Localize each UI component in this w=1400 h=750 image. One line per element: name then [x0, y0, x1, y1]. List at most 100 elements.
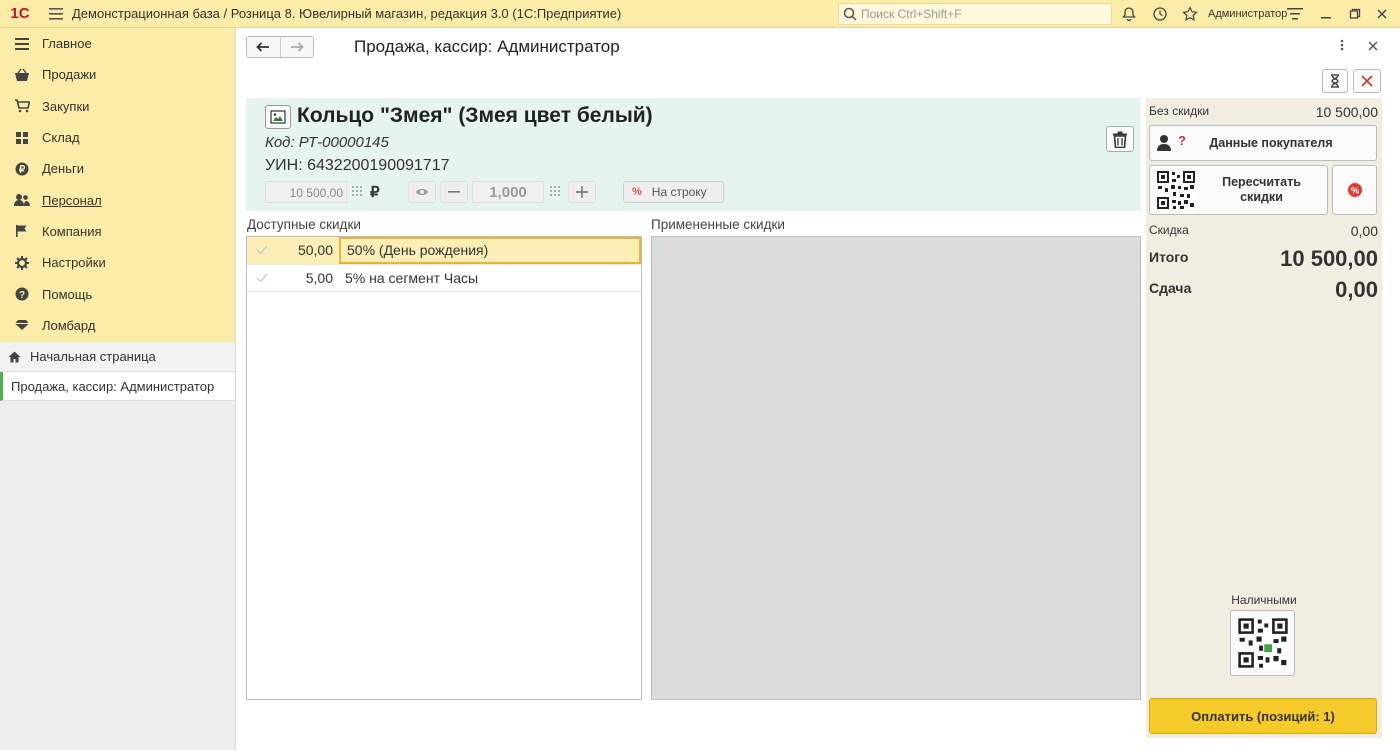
recalculate-discounts-button[interactable]: Пересчитать скидки: [1149, 165, 1328, 215]
sidebar-item-warehouse[interactable]: Склад: [0, 122, 235, 153]
home-page-link[interactable]: Начальная страница: [0, 342, 235, 372]
more-options-icon[interactable]: [1340, 38, 1344, 54]
close-form-icon[interactable]: [1368, 38, 1378, 54]
product-image-icon[interactable]: [265, 105, 291, 129]
home-page-label: Начальная страница: [30, 349, 156, 364]
apply-to-row-button[interactable]: % На строку: [623, 181, 724, 203]
table-row[interactable]: 50,00 50% (День рождения): [247, 237, 641, 265]
no-discount-label: Без скидки: [1149, 104, 1210, 118]
minimize-icon[interactable]: [1316, 4, 1336, 24]
sidebar-item-label: Ломбард: [42, 317, 96, 333]
cash-payment-button[interactable]: [1230, 610, 1295, 676]
hamburger-menu-icon[interactable]: [40, 7, 72, 20]
svg-text:?: ?: [19, 290, 25, 301]
sidebar-item-label: Закупки: [42, 98, 90, 114]
back-arrow-icon[interactable]: [247, 37, 281, 57]
calculator-icon[interactable]: [351, 185, 363, 199]
eye-icon: [416, 189, 428, 195]
form-title: Продажа, кассир: Администратор: [354, 37, 620, 56]
sidebar-item-label: Персонал: [42, 192, 102, 208]
star-icon[interactable]: [1180, 4, 1200, 24]
close-window-icon[interactable]: [1372, 4, 1392, 24]
price-field[interactable]: 10 500,00: [265, 181, 347, 203]
qr-code-icon: [1236, 617, 1289, 669]
product-panel: Кольцо "Змея" (Змея цвет белый) Код: РТ-…: [246, 98, 1141, 211]
svg-text:?: ?: [1178, 133, 1186, 148]
applied-discounts-label: Примененные скидки: [651, 217, 785, 232]
open-window-item[interactable]: Продажа, кассир: Администратор: [0, 372, 235, 401]
menu-icon: [14, 36, 30, 52]
help-icon: ?: [14, 286, 30, 302]
sidebar-item-label: Помощь: [42, 286, 93, 302]
user-question-icon: ?: [1157, 133, 1186, 151]
history-icon[interactable]: [1150, 4, 1170, 24]
total-row: Итого 10 500,00: [1149, 246, 1378, 272]
search-icon: [843, 7, 857, 21]
cancel-button[interactable]: [1353, 69, 1381, 93]
svg-text:%: %: [1350, 186, 1358, 196]
close-icon: [1361, 75, 1373, 87]
change-label: Сдача: [1149, 280, 1192, 296]
check-icon[interactable]: [247, 273, 277, 283]
currency-symbol: ₽: [370, 184, 380, 201]
increase-quantity-button[interactable]: [568, 181, 596, 203]
no-discount-value: 10 500,00: [1315, 104, 1378, 120]
sidebar-item-help[interactable]: ? Помощь: [0, 278, 235, 309]
sidebar-item-staff[interactable]: Персонал: [0, 184, 235, 215]
change-value: 0,00: [1335, 277, 1378, 302]
sidebar-item-main[interactable]: Главное: [0, 28, 235, 59]
warehouse-icon: [14, 130, 30, 146]
basket-icon: [14, 67, 30, 83]
bell-icon[interactable]: [1119, 4, 1139, 24]
discount-name: 5% на сегмент Часы: [345, 269, 479, 286]
delete-item-button[interactable]: [1106, 126, 1134, 152]
discount-row: Скидка 0,00: [1149, 223, 1378, 239]
gear-icon: [14, 255, 30, 271]
table-row[interactable]: 5,00 5% на сегмент Часы: [247, 265, 641, 292]
sidebar-item-label: Компания: [42, 223, 102, 239]
pay-button[interactable]: Оплатить (позиций: 1): [1149, 698, 1377, 734]
discount-value: 0,00: [1350, 223, 1378, 239]
cash-label: Наличными: [1231, 593, 1297, 607]
calculator-icon[interactable]: [549, 185, 561, 199]
sidebar-item-money[interactable]: ₽ Деньги: [0, 153, 235, 184]
restore-icon[interactable]: [1345, 4, 1365, 24]
user-name[interactable]: Администратор: [1208, 8, 1287, 20]
buyer-data-button[interactable]: ? Данные покупателя: [1149, 125, 1377, 161]
trash-icon: [1113, 131, 1127, 148]
available-discounts-label: Доступные скидки: [247, 217, 361, 232]
search-input[interactable]: Поиск Ctrl+Shift+F: [838, 3, 1112, 25]
percent-icon: %: [632, 186, 642, 198]
settings-menu-icon[interactable]: [1285, 4, 1305, 24]
sidebar-item-label: Склад: [42, 130, 80, 146]
recalculate-label-line1: Пересчитать: [1222, 175, 1301, 189]
discount-value: 50,00: [297, 242, 333, 259]
flag-icon: [14, 223, 30, 239]
recalculate-label-line2: скидки: [1240, 190, 1283, 204]
sections-menu: Главное Продажи Закупки Склад ₽ Деньги П…: [0, 28, 235, 342]
top-bar: 1С Демонстрационная база / Розница 8. Юв…: [0, 0, 1400, 28]
decrease-quantity-button[interactable]: [440, 181, 468, 203]
forward-arrow-icon[interactable]: [281, 37, 314, 57]
summary-panel: Без скидки 10 500,00 ? Данные покупателя…: [1146, 98, 1382, 738]
hourglass-icon: [1331, 74, 1339, 88]
sidebar-item-settings[interactable]: Настройки: [0, 247, 235, 278]
available-discounts-table: 50,00 50% (День рождения) 5,00 5% на сег…: [246, 236, 642, 700]
view-button[interactable]: [408, 181, 436, 203]
manual-discount-button[interactable]: %: [1332, 165, 1377, 215]
discount-value: 5,00: [305, 269, 333, 286]
sidebar-item-purchases[interactable]: Закупки: [0, 91, 235, 122]
hourglass-button[interactable]: [1322, 69, 1348, 93]
sidebar: Главное Продажи Закупки Склад ₽ Деньги П…: [0, 28, 236, 750]
product-uin: УИН: 6432200190091717: [265, 157, 450, 174]
percent-icon: %: [1347, 183, 1362, 197]
sidebar-item-pawnshop[interactable]: Ломбард: [0, 310, 235, 341]
app-logo[interactable]: 1С: [0, 0, 40, 28]
sidebar-item-company[interactable]: Компания: [0, 216, 235, 247]
quantity-field[interactable]: 1,000: [472, 181, 544, 203]
no-discount-row: Без скидки 10 500,00: [1149, 104, 1378, 120]
qr-code-icon: [1156, 170, 1196, 210]
check-icon[interactable]: [247, 245, 277, 255]
sidebar-item-sales[interactable]: Продажи: [0, 59, 235, 90]
sidebar-item-label: Деньги: [42, 161, 84, 177]
